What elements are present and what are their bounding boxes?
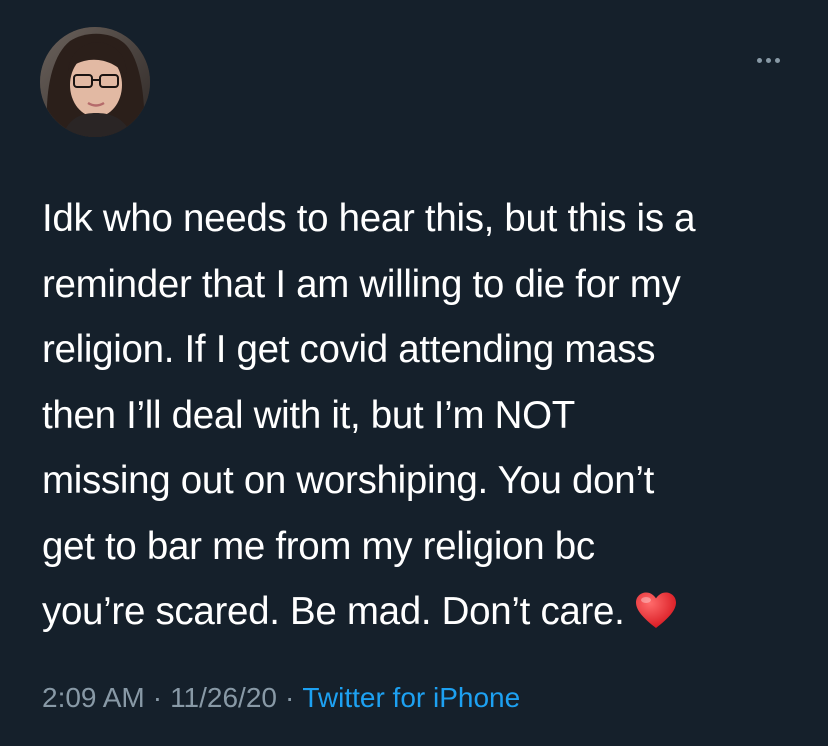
tweet-text: Idk who needs to hear this, but this is … (42, 186, 802, 651)
tweet-line: Idk who needs to hear this, but this is … (42, 197, 696, 240)
tweet-line-text: you’re scared. Be mad. Don’t care. (42, 590, 625, 633)
tweet-time: 2:09 AM (42, 682, 145, 713)
tweet-source-link[interactable]: Twitter for iPhone (302, 682, 520, 713)
avatar-photo (40, 27, 150, 137)
tweet-line: then I’ll deal with it, but I’m NOT (42, 393, 575, 437)
more-options-icon-dot (765, 57, 771, 63)
avatar[interactable] (40, 27, 150, 137)
meta-separator: · (284, 682, 295, 713)
tweet-line-last: you’re scared. Be mad. Don’t care. (42, 579, 802, 651)
more-options-icon (756, 57, 762, 63)
meta-separator: · (152, 682, 163, 713)
tweet-line: reminder that I am willing to die for my (42, 262, 681, 306)
more-options-icon-dot (774, 57, 780, 63)
tweet-line: get to bar me from my religion bc (42, 524, 595, 568)
more-options-button[interactable] (748, 48, 788, 72)
tweet-line: missing out on worshiping. You don’t (42, 459, 655, 502)
red-heart-emoji-icon (635, 585, 677, 651)
tweet-date: 11/26/20 (170, 682, 277, 713)
tweet-line: religion. If I get covid attending mass (42, 328, 656, 371)
tweet-meta: 2:09 AM · 11/26/20 · Twitter for iPhone (42, 678, 520, 718)
